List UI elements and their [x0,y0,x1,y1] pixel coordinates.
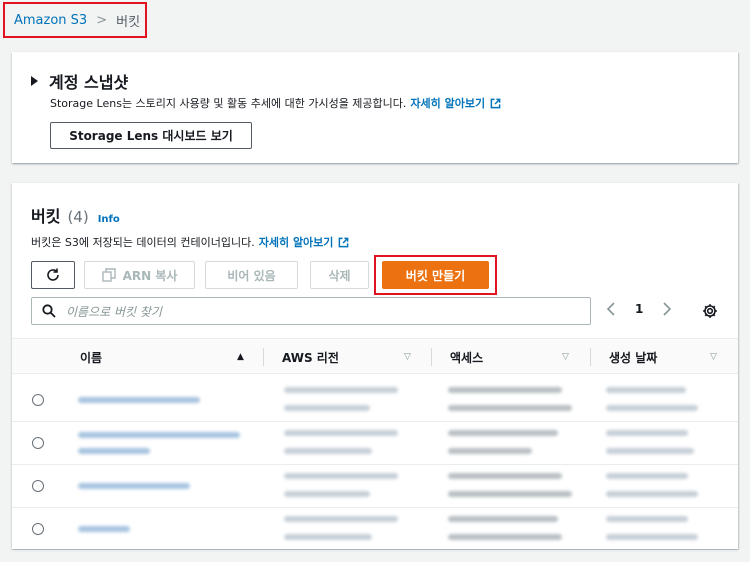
blurred-access [448,387,562,393]
blurred-region [284,430,398,436]
buckets-header: 버킷 (4) Info [31,203,120,227]
table-header: 이름 ▲ AWS 리전 ▽ 액세스 ▽ 생성 날짜 ▽ [12,338,738,374]
sort-icon[interactable]: ▽ [404,352,411,362]
column-access[interactable]: 액세스 [450,339,483,375]
copy-arn-button[interactable]: ARN 복사 [84,261,195,289]
sort-ascending-icon[interactable]: ▲ [237,352,244,362]
breadcrumb-current: 버킷 [116,14,141,30]
blurred-region [284,405,370,411]
table-row[interactable] [12,465,738,508]
blurred-bucket-name[interactable] [78,432,240,438]
external-link-icon [490,98,501,108]
blurred-access [448,534,562,540]
table-row[interactable] [12,422,738,465]
pagination: 1 [606,302,672,316]
table-row[interactable] [12,379,738,422]
buckets-count: (4) [67,208,89,226]
blurred-region [284,473,398,479]
gear-icon[interactable] [702,303,718,319]
create-bucket-button[interactable]: 버킷 만들기 [382,261,489,289]
blurred-region [284,516,398,522]
column-divider [263,348,264,366]
column-divider [590,348,591,366]
breadcrumb-separator: > [96,12,108,28]
blurred-access [448,491,572,497]
snapshot-toggle[interactable]: 계정 스냅샷 [31,69,128,93]
delete-button[interactable]: 삭제 [310,261,369,289]
blurred-access [448,405,572,411]
row-radio[interactable] [32,394,44,406]
buckets-title: 버킷 [31,207,61,226]
search-placeholder: 이름으로 버킷 찾기 [66,304,162,319]
row-radio[interactable] [32,437,44,449]
blurred-date [606,516,688,522]
blurred-access [448,516,558,522]
breadcrumb-root-link[interactable]: Amazon S3 [14,13,87,28]
buckets-description: 버킷은 S3에 저장되는 데이터의 컨테이너입니다. 자세히 알아보기 [31,234,349,250]
blurred-access [448,448,532,454]
create-bucket-highlight: 버킷 만들기 [374,255,497,295]
blurred-access [448,430,558,436]
blurred-date [606,405,698,411]
chevron-right-icon[interactable] [662,302,672,316]
blurred-access [448,473,562,479]
search-icon [42,304,56,318]
column-divider [431,348,432,366]
blurred-date [606,448,694,454]
blurred-region [284,387,398,393]
blurred-bucket-name[interactable] [78,448,150,454]
table-row[interactable] [12,508,738,551]
buckets-panel: 버킷 (4) Info 버킷은 S3에 저장되는 데이터의 컨테이너입니다. 자… [12,183,738,551]
sort-icon[interactable]: ▽ [710,352,717,362]
snapshot-learn-more-link[interactable]: 자세히 알아보기 [410,95,485,111]
caret-right-icon [31,76,38,86]
blurred-bucket-name[interactable] [78,397,200,403]
blurred-region [284,534,372,540]
blurred-date [606,534,698,540]
row-radio[interactable] [32,523,44,535]
copy-arn-label: ARN 복사 [122,268,178,283]
info-link[interactable]: Info [98,214,120,225]
blurred-bucket-name[interactable] [78,526,130,532]
empty-button[interactable]: 비어 있음 [205,261,298,289]
refresh-icon [47,268,59,281]
refresh-button[interactable] [31,261,75,289]
blurred-date [606,430,688,436]
blurred-bucket-name[interactable] [78,483,190,489]
column-region[interactable]: AWS 리전 [282,339,339,375]
external-link-icon [339,237,349,247]
blurred-region [284,448,372,454]
account-snapshot-panel: 계정 스냅샷 Storage Lens는 스토리지 사용량 및 활동 추세에 대… [12,52,738,163]
breadcrumb: Amazon S3 > 버킷 [3,2,147,38]
blurred-date [606,387,686,393]
blurred-region [284,491,370,497]
sort-icon[interactable]: ▽ [562,352,569,362]
snapshot-description: Storage Lens는 스토리지 사용량 및 활동 추세에 대한 가시성을 … [50,95,501,111]
row-radio[interactable] [32,480,44,492]
snapshot-title: 계정 스냅샷 [49,73,129,92]
buckets-description-text: 버킷은 S3에 저장되는 데이터의 컨테이너입니다. [31,236,255,249]
storage-lens-dashboard-button[interactable]: Storage Lens 대시보드 보기 [50,122,252,149]
copy-icon [101,268,116,282]
chevron-left-icon[interactable] [606,302,616,316]
bucket-search-input[interactable]: 이름으로 버킷 찾기 [31,297,591,325]
column-name[interactable]: 이름 [80,339,102,375]
current-page[interactable]: 1 [635,302,643,316]
buckets-learn-more-link[interactable]: 자세히 알아보기 [259,234,334,250]
blurred-date [606,473,688,479]
column-created[interactable]: 생성 날짜 [609,339,657,375]
snapshot-description-text: Storage Lens는 스토리지 사용량 및 활동 추세에 대한 가시성을 … [50,97,407,110]
blurred-date [606,491,698,497]
